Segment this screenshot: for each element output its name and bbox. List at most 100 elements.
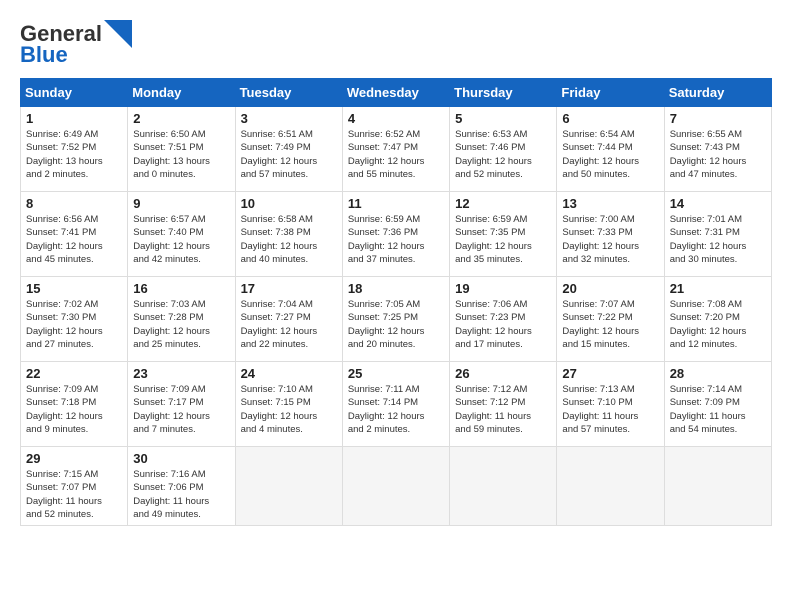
- day-info: Sunrise: 7:10 AM Sunset: 7:15 PM Dayligh…: [241, 383, 337, 436]
- day-info: Sunrise: 7:13 AM Sunset: 7:10 PM Dayligh…: [562, 383, 658, 436]
- day-number: 22: [26, 366, 122, 381]
- day-number: 14: [670, 196, 766, 211]
- day-number: 11: [348, 196, 444, 211]
- calendar-header-row: SundayMondayTuesdayWednesdayThursdayFrid…: [21, 79, 772, 107]
- day-number: 27: [562, 366, 658, 381]
- day-info: Sunrise: 7:15 AM Sunset: 7:07 PM Dayligh…: [26, 468, 122, 521]
- day-cell-15: 15 Sunrise: 7:02 AM Sunset: 7:30 PM Dayli…: [21, 277, 128, 362]
- day-info: Sunrise: 7:12 AM Sunset: 7:12 PM Dayligh…: [455, 383, 551, 436]
- week-row-2: 8 Sunrise: 6:56 AM Sunset: 7:41 PM Daylig…: [21, 192, 772, 277]
- week-row-3: 15 Sunrise: 7:02 AM Sunset: 7:30 PM Dayli…: [21, 277, 772, 362]
- day-info: Sunrise: 6:56 AM Sunset: 7:41 PM Dayligh…: [26, 213, 122, 266]
- day-number: 5: [455, 111, 551, 126]
- day-cell-13: 13 Sunrise: 7:00 AM Sunset: 7:33 PM Dayli…: [557, 192, 664, 277]
- day-cell-5: 5 Sunrise: 6:53 AM Sunset: 7:46 PM Daylig…: [450, 107, 557, 192]
- day-cell-21: 21 Sunrise: 7:08 AM Sunset: 7:20 PM Dayli…: [664, 277, 771, 362]
- day-info: Sunrise: 7:09 AM Sunset: 7:17 PM Dayligh…: [133, 383, 229, 436]
- day-info: Sunrise: 7:11 AM Sunset: 7:14 PM Dayligh…: [348, 383, 444, 436]
- day-info: Sunrise: 6:57 AM Sunset: 7:40 PM Dayligh…: [133, 213, 229, 266]
- logo-icon: [104, 20, 132, 48]
- day-number: 2: [133, 111, 229, 126]
- day-info: Sunrise: 7:07 AM Sunset: 7:22 PM Dayligh…: [562, 298, 658, 351]
- day-number: 13: [562, 196, 658, 211]
- day-number: 17: [241, 281, 337, 296]
- week-row-1: 1Sunrise: 6:49 AM Sunset: 7:52 PM Daylig…: [21, 107, 772, 192]
- page-header: General Blue: [20, 20, 772, 68]
- day-info: Sunrise: 7:02 AM Sunset: 7:30 PM Dayligh…: [26, 298, 122, 351]
- day-info: Sunrise: 7:16 AM Sunset: 7:06 PM Dayligh…: [133, 468, 229, 521]
- day-cell-1: 1Sunrise: 6:49 AM Sunset: 7:52 PM Daylig…: [21, 107, 128, 192]
- day-number: 12: [455, 196, 551, 211]
- day-cell-20: 20 Sunrise: 7:07 AM Sunset: 7:22 PM Dayli…: [557, 277, 664, 362]
- day-number: 9: [133, 196, 229, 211]
- day-number: 24: [241, 366, 337, 381]
- empty-cell: [342, 447, 449, 526]
- day-cell-17: 17Sunrise: 7:04 AM Sunset: 7:27 PM Dayli…: [235, 277, 342, 362]
- day-header-tuesday: Tuesday: [235, 79, 342, 107]
- day-cell-4: 4 Sunrise: 6:52 AM Sunset: 7:47 PM Daylig…: [342, 107, 449, 192]
- empty-cell: [450, 447, 557, 526]
- day-number: 16: [133, 281, 229, 296]
- logo: General Blue: [20, 20, 132, 68]
- day-cell-12: 12 Sunrise: 6:59 AM Sunset: 7:35 PM Dayli…: [450, 192, 557, 277]
- day-cell-7: 7Sunrise: 6:55 AM Sunset: 7:43 PM Daylig…: [664, 107, 771, 192]
- day-cell-8: 8 Sunrise: 6:56 AM Sunset: 7:41 PM Daylig…: [21, 192, 128, 277]
- day-info: Sunrise: 7:09 AM Sunset: 7:18 PM Dayligh…: [26, 383, 122, 436]
- calendar-table: SundayMondayTuesdayWednesdayThursdayFrid…: [20, 78, 772, 526]
- day-info: Sunrise: 6:59 AM Sunset: 7:35 PM Dayligh…: [455, 213, 551, 266]
- day-header-sunday: Sunday: [21, 79, 128, 107]
- day-header-saturday: Saturday: [664, 79, 771, 107]
- day-number: 4: [348, 111, 444, 126]
- day-number: 30: [133, 451, 229, 466]
- day-number: 6: [562, 111, 658, 126]
- day-info: Sunrise: 6:55 AM Sunset: 7:43 PM Dayligh…: [670, 128, 766, 181]
- day-info: Sunrise: 7:00 AM Sunset: 7:33 PM Dayligh…: [562, 213, 658, 266]
- day-number: 20: [562, 281, 658, 296]
- day-cell-11: 11 Sunrise: 6:59 AM Sunset: 7:36 PM Dayli…: [342, 192, 449, 277]
- day-cell-18: 18 Sunrise: 7:05 AM Sunset: 7:25 PM Dayli…: [342, 277, 449, 362]
- day-header-monday: Monday: [128, 79, 235, 107]
- day-info: Sunrise: 7:08 AM Sunset: 7:20 PM Dayligh…: [670, 298, 766, 351]
- day-number: 18: [348, 281, 444, 296]
- day-header-thursday: Thursday: [450, 79, 557, 107]
- day-cell-19: 19 Sunrise: 7:06 AM Sunset: 7:23 PM Dayli…: [450, 277, 557, 362]
- day-cell-27: 27 Sunrise: 7:13 AM Sunset: 7:10 PM Dayli…: [557, 362, 664, 447]
- day-number: 15: [26, 281, 122, 296]
- week-row-5: 29 Sunrise: 7:15 AM Sunset: 7:07 PM Dayli…: [21, 447, 772, 526]
- empty-cell: [235, 447, 342, 526]
- day-number: 8: [26, 196, 122, 211]
- day-info: Sunrise: 6:53 AM Sunset: 7:46 PM Dayligh…: [455, 128, 551, 181]
- empty-cell: [664, 447, 771, 526]
- day-number: 10: [241, 196, 337, 211]
- day-cell-14: 14 Sunrise: 7:01 AM Sunset: 7:31 PM Dayli…: [664, 192, 771, 277]
- day-number: 25: [348, 366, 444, 381]
- day-header-wednesday: Wednesday: [342, 79, 449, 107]
- day-number: 23: [133, 366, 229, 381]
- day-number: 28: [670, 366, 766, 381]
- day-cell-3: 3 Sunrise: 6:51 AM Sunset: 7:49 PM Daylig…: [235, 107, 342, 192]
- day-number: 3: [241, 111, 337, 126]
- day-info: Sunrise: 6:52 AM Sunset: 7:47 PM Dayligh…: [348, 128, 444, 181]
- week-row-4: 22 Sunrise: 7:09 AM Sunset: 7:18 PM Dayli…: [21, 362, 772, 447]
- day-number: 29: [26, 451, 122, 466]
- day-info: Sunrise: 7:01 AM Sunset: 7:31 PM Dayligh…: [670, 213, 766, 266]
- day-info: Sunrise: 7:05 AM Sunset: 7:25 PM Dayligh…: [348, 298, 444, 351]
- day-header-friday: Friday: [557, 79, 664, 107]
- day-info: Sunrise: 6:49 AM Sunset: 7:52 PM Dayligh…: [26, 128, 122, 181]
- day-cell-9: 9 Sunrise: 6:57 AM Sunset: 7:40 PM Daylig…: [128, 192, 235, 277]
- day-number: 21: [670, 281, 766, 296]
- day-info: Sunrise: 6:51 AM Sunset: 7:49 PM Dayligh…: [241, 128, 337, 181]
- day-info: Sunrise: 6:50 AM Sunset: 7:51 PM Dayligh…: [133, 128, 229, 181]
- day-info: Sunrise: 7:06 AM Sunset: 7:23 PM Dayligh…: [455, 298, 551, 351]
- day-cell-22: 22 Sunrise: 7:09 AM Sunset: 7:18 PM Dayli…: [21, 362, 128, 447]
- empty-cell: [557, 447, 664, 526]
- day-cell-16: 16 Sunrise: 7:03 AM Sunset: 7:28 PM Dayli…: [128, 277, 235, 362]
- day-info: Sunrise: 7:03 AM Sunset: 7:28 PM Dayligh…: [133, 298, 229, 351]
- day-cell-10: 10Sunrise: 6:58 AM Sunset: 7:38 PM Dayli…: [235, 192, 342, 277]
- day-cell-23: 23 Sunrise: 7:09 AM Sunset: 7:17 PM Dayli…: [128, 362, 235, 447]
- day-cell-29: 29 Sunrise: 7:15 AM Sunset: 7:07 PM Dayli…: [21, 447, 128, 526]
- day-number: 19: [455, 281, 551, 296]
- day-cell-25: 25 Sunrise: 7:11 AM Sunset: 7:14 PM Dayli…: [342, 362, 449, 447]
- logo-blue: Blue: [20, 42, 68, 68]
- day-info: Sunrise: 6:59 AM Sunset: 7:36 PM Dayligh…: [348, 213, 444, 266]
